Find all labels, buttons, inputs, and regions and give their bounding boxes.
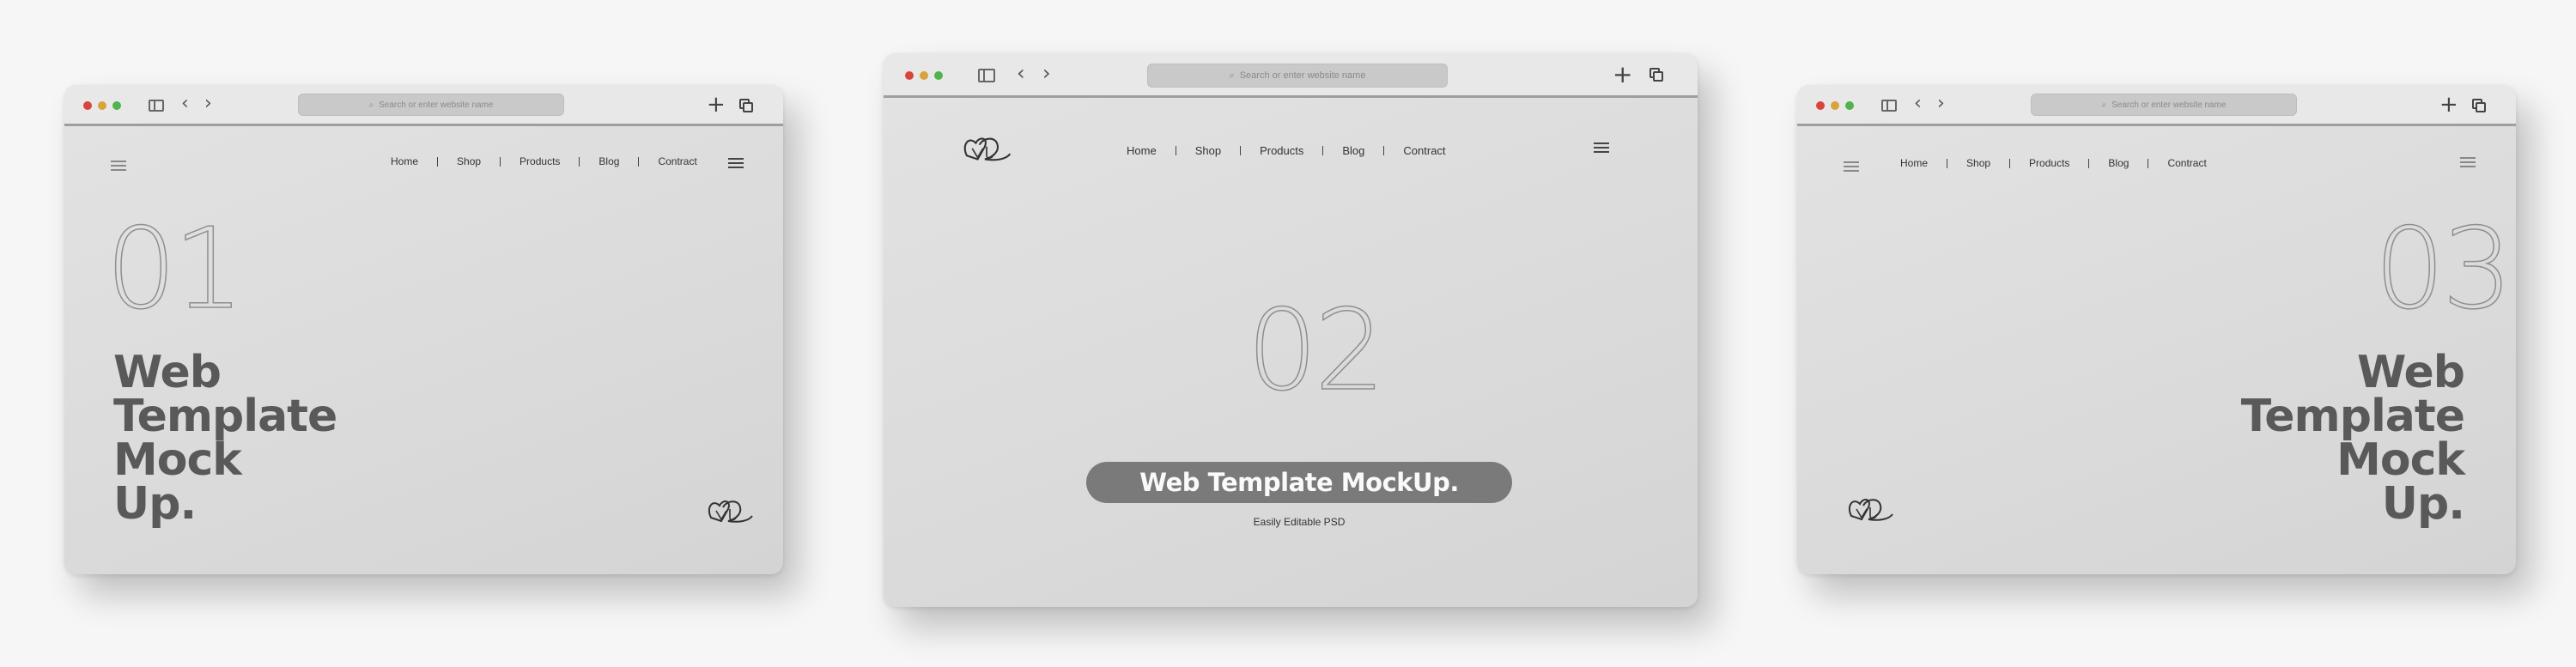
nav-link-shop[interactable]: Shop xyxy=(1966,157,1990,169)
search-icon: ⌕ xyxy=(2101,100,2107,110)
maximize-window-button[interactable] xyxy=(1845,101,1854,110)
section-number: 03 xyxy=(2373,203,2513,335)
sidebar-toggle-icon[interactable] xyxy=(1881,100,1897,112)
nav-divider xyxy=(500,156,501,167)
browser-window-1: ‹ › ⌕ Search or enter website name + Hom… xyxy=(64,85,783,574)
heading-line: Web xyxy=(113,347,222,398)
heading-line: Template xyxy=(2240,391,2465,442)
browser-toolbar: ‹ › ⌕ Search or enter website name + xyxy=(64,85,783,126)
nav-link-contract[interactable]: Contract xyxy=(658,155,696,167)
main-navigation: Home Shop Products Blog Contract xyxy=(391,155,697,167)
minimize-window-button[interactable] xyxy=(1831,101,1839,110)
address-bar-placeholder: Search or enter website name xyxy=(1239,70,1366,81)
hero-heading: Web Template Mock Up. xyxy=(2240,347,2465,530)
brand-logo xyxy=(1848,499,1893,521)
menu-hamburger-icon[interactable] xyxy=(1594,142,1609,155)
nav-link-products[interactable]: Products xyxy=(519,155,560,167)
nav-link-blog[interactable]: Blog xyxy=(1342,144,1364,157)
address-bar[interactable]: ⌕ Search or enter website name xyxy=(1147,64,1448,88)
nav-link-contract[interactable]: Contract xyxy=(2167,157,2206,169)
nav-link-home[interactable]: Home xyxy=(1127,144,1157,157)
tab-overview-icon[interactable] xyxy=(739,99,753,112)
section-number: 01 xyxy=(105,203,245,335)
minimize-window-button[interactable] xyxy=(920,71,928,80)
nav-divider xyxy=(1322,146,1324,155)
minimize-window-button[interactable] xyxy=(98,101,106,110)
close-window-button[interactable] xyxy=(905,71,914,80)
window-controls xyxy=(83,101,121,110)
browser-toolbar: ‹ › ⌕ Search or enter website name + xyxy=(884,53,1698,98)
sidebar-toggle-icon[interactable] xyxy=(978,69,995,82)
page-content: Home Shop Products Blog Contract 03 Web … xyxy=(1797,126,2516,574)
nav-link-products[interactable]: Products xyxy=(2029,157,2069,169)
browser-toolbar: ‹ › ⌕ Search or enter website name + xyxy=(1797,85,2516,126)
hero-heading: Web Template Mock Up. xyxy=(113,347,337,530)
main-navigation: Home Shop Products Blog Contract xyxy=(1900,157,2207,169)
nav-link-home[interactable]: Home xyxy=(1900,157,1928,169)
maximize-window-button[interactable] xyxy=(934,71,943,80)
nav-link-contract[interactable]: Contract xyxy=(1403,144,1445,157)
section-number: 02 xyxy=(1246,284,1386,416)
address-bar-placeholder: Search or enter website name xyxy=(2111,100,2227,110)
brand-logo xyxy=(708,500,753,523)
search-icon: ⌕ xyxy=(368,100,374,110)
sidebar-toggle-icon[interactable] xyxy=(149,100,164,112)
heading-line: Mock xyxy=(113,434,242,486)
menu-hamburger-icon[interactable] xyxy=(2460,157,2476,170)
new-tab-plus-icon[interactable]: + xyxy=(2439,94,2458,116)
tab-overview-icon[interactable] xyxy=(1649,68,1663,82)
address-bar[interactable]: ⌕ Search or enter website name xyxy=(298,94,564,116)
nav-divider xyxy=(2088,158,2090,168)
heading-line: Up. xyxy=(113,478,197,530)
nav-divider xyxy=(1240,146,1242,155)
nav-divider xyxy=(638,156,640,167)
forward-arrow-icon[interactable]: › xyxy=(1042,61,1051,85)
nav-divider xyxy=(1383,146,1385,155)
nav-divider xyxy=(2009,158,2011,168)
menu-hamburger-icon[interactable] xyxy=(728,158,744,171)
browser-window-2: ‹ › ⌕ Search or enter website name + Hom… xyxy=(884,53,1698,607)
address-bar[interactable]: ⌕ Search or enter website name xyxy=(2031,94,2297,116)
heading-line: Up. xyxy=(2381,478,2465,530)
brand-logo xyxy=(963,137,1012,161)
page-content: Home Shop Products Blog Contract 01 Web … xyxy=(64,126,783,574)
maximize-window-button[interactable] xyxy=(112,101,121,110)
main-navigation: Home Shop Products Blog Contract xyxy=(1127,144,1446,157)
nav-divider xyxy=(437,156,439,167)
nav-divider xyxy=(579,156,580,167)
nav-link-shop[interactable]: Shop xyxy=(1195,144,1221,157)
page-content: Home Shop Products Blog Contract 02 Web … xyxy=(884,98,1698,607)
heading-line: Template xyxy=(113,391,337,442)
nav-link-products[interactable]: Products xyxy=(1260,144,1303,157)
heading-line: Web xyxy=(2357,347,2465,398)
new-tab-plus-icon[interactable]: + xyxy=(1613,63,1632,87)
hero-title-banner: Web Template MockUp. xyxy=(1086,462,1512,503)
hero-subtitle: Easily Editable PSD xyxy=(1253,516,1346,528)
forward-arrow-icon[interactable]: › xyxy=(204,93,212,114)
new-tab-plus-icon[interactable]: + xyxy=(707,94,726,116)
nav-link-home[interactable]: Home xyxy=(391,155,418,167)
nav-link-shop[interactable]: Shop xyxy=(457,155,481,167)
search-icon: ⌕ xyxy=(1229,70,1235,81)
back-arrow-icon[interactable]: ‹ xyxy=(1017,61,1025,85)
forward-arrow-icon[interactable]: › xyxy=(1937,93,1945,114)
browser-window-3: ‹ › ⌕ Search or enter website name + Hom… xyxy=(1797,85,2516,574)
nav-link-blog[interactable]: Blog xyxy=(2108,157,2129,169)
nav-link-blog[interactable]: Blog xyxy=(598,155,619,167)
back-arrow-icon[interactable]: ‹ xyxy=(181,93,189,114)
side-menu-icon[interactable] xyxy=(1844,161,1859,174)
close-window-button[interactable] xyxy=(83,101,92,110)
heading-line: Mock xyxy=(2336,434,2465,486)
window-controls xyxy=(905,71,943,80)
tab-overview-icon[interactable] xyxy=(2472,99,2486,112)
back-arrow-icon[interactable]: ‹ xyxy=(1914,93,1922,114)
address-bar-placeholder: Search or enter website name xyxy=(379,100,494,110)
close-window-button[interactable] xyxy=(1816,101,1825,110)
side-menu-icon[interactable] xyxy=(111,161,126,173)
window-controls xyxy=(1816,101,1854,110)
